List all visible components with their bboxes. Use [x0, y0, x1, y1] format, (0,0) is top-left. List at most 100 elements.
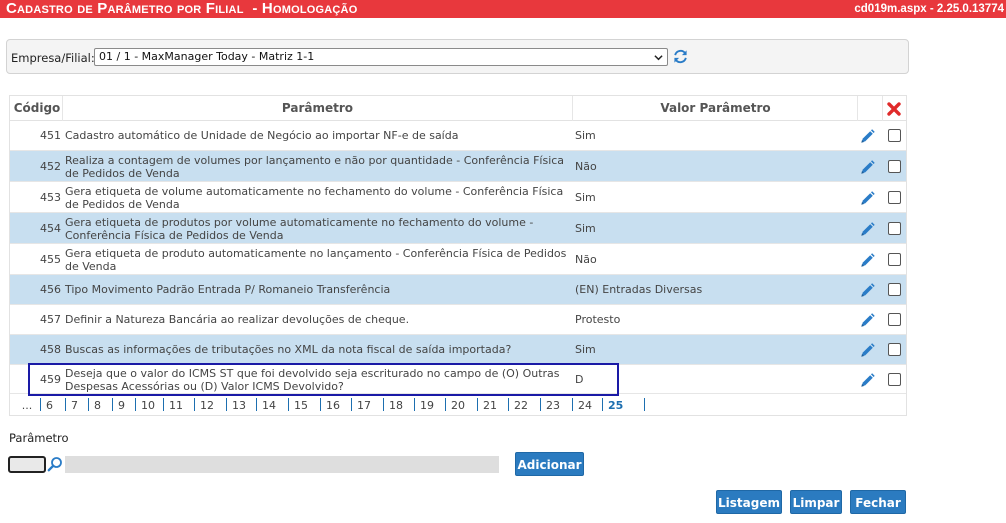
pager-separator	[226, 398, 227, 411]
pager-separator	[477, 398, 478, 411]
parameters-grid: Código Parâmetro Valor Parâmetro 451 Cada…	[9, 95, 907, 416]
pencil-icon[interactable]	[859, 282, 876, 299]
pager-page[interactable]: 6	[46, 399, 53, 412]
pager-page[interactable]: 18	[389, 399, 403, 412]
pencil-icon[interactable]	[859, 312, 876, 329]
row-value: Não	[575, 160, 597, 173]
pager-page[interactable]: 15	[294, 399, 308, 412]
row-checkbox[interactable]	[888, 129, 901, 142]
company-select[interactable]: 01 / 1 - MaxManager Today - Matriz 1-1	[94, 48, 668, 66]
company-filter-panel: Empresa/Filial: 01 / 1 - MaxManager Toda…	[6, 39, 909, 74]
column-header-code[interactable]: Código	[12, 96, 62, 120]
column-header-parameter[interactable]: Parâmetro	[63, 96, 572, 120]
row-code: 451	[40, 129, 61, 142]
row-checkbox[interactable]	[888, 313, 901, 326]
pencil-icon[interactable]	[859, 372, 876, 389]
company-select-value: 01 / 1 - MaxManager Today - Matriz 1-1	[99, 50, 315, 63]
parameter-description-field	[65, 456, 499, 473]
pager-separator	[112, 398, 113, 411]
row-value: Sim	[575, 191, 596, 204]
pager-page[interactable]: 17	[357, 399, 371, 412]
pencil-icon[interactable]	[859, 190, 876, 207]
row-checkbox[interactable]	[888, 222, 901, 235]
row-checkbox[interactable]	[888, 160, 901, 173]
pencil-icon[interactable]	[859, 221, 876, 238]
table-row[interactable]: 454 Gera etiqueta de produtos por volume …	[10, 213, 906, 244]
table-row[interactable]: 455 Gera etiqueta de produto automaticame…	[10, 244, 906, 275]
row-parameter: Realiza a contagem de volumes por lançam…	[65, 154, 565, 180]
row-checkbox[interactable]	[888, 191, 901, 204]
pager-page[interactable]: 16	[326, 399, 340, 412]
row-checkbox[interactable]	[888, 373, 901, 386]
add-button[interactable]: Adicionar	[515, 452, 584, 476]
chevron-down-icon	[654, 55, 663, 61]
parameter-code-input[interactable]	[8, 456, 46, 473]
version-label: cd019m.aspx - 2.25.0.13774	[854, 3, 1004, 15]
pager-page[interactable]: 25	[608, 399, 623, 412]
row-code: 455	[40, 253, 61, 266]
row-code: 459	[40, 373, 61, 386]
pager-page[interactable]: 14	[262, 399, 276, 412]
close-button[interactable]: Fechar	[850, 490, 906, 514]
row-checkbox[interactable]	[888, 283, 901, 296]
row-value: D	[575, 373, 584, 386]
row-value: (EN) Entradas Diversas	[575, 283, 703, 296]
page-title: Cadastro de Parâmetro por Filial - Homol…	[6, 0, 358, 17]
table-row[interactable]: 456 Tipo Movimento Padrão Entrada P/ Roma…	[10, 275, 906, 305]
row-parameter: Tipo Movimento Padrão Entrada P/ Romanei…	[65, 283, 391, 296]
close-icon[interactable]	[886, 101, 902, 117]
pager-page[interactable]: 7	[71, 399, 78, 412]
pager-page[interactable]: 8	[94, 399, 101, 412]
pager-separator	[88, 398, 89, 411]
pager-page[interactable]: 19	[420, 399, 434, 412]
pager-separator	[65, 398, 66, 411]
pencil-icon[interactable]	[859, 252, 876, 269]
table-row[interactable]: 451 Cadastro automático de Unidade de Neg…	[10, 121, 906, 151]
pager-separator	[602, 398, 603, 411]
table-row[interactable]: 452 Realiza a contagem de volumes por lan…	[10, 151, 906, 182]
pager-page[interactable]: 11	[169, 399, 183, 412]
pager-page[interactable]: 22	[514, 399, 528, 412]
company-filter-label: Empresa/Filial:	[11, 51, 95, 65]
table-row[interactable]: 459 Deseja que o valor do ICMS ST que foi…	[10, 365, 906, 394]
pager-page[interactable]: 23	[546, 399, 560, 412]
pager-page[interactable]: 21	[483, 399, 497, 412]
refresh-icon[interactable]	[673, 49, 688, 64]
clear-button[interactable]: Limpar	[790, 490, 842, 514]
row-parameter: Deseja que o valor do ICMS ST que foi de…	[65, 367, 560, 393]
row-value: Protesto	[575, 313, 621, 326]
row-code: 454	[40, 222, 61, 235]
column-header-value[interactable]: Valor Parâmetro	[573, 96, 858, 120]
pager-page[interactable]: 20	[451, 399, 465, 412]
pager-page[interactable]: 10	[141, 399, 155, 412]
row-code: 458	[40, 343, 61, 356]
list-button[interactable]: Listagem	[716, 490, 782, 514]
row-code: 456	[40, 283, 61, 296]
pager-separator	[288, 398, 289, 411]
row-parameter: Buscas as informações de tributações no …	[65, 343, 512, 356]
row-checkbox[interactable]	[888, 253, 901, 266]
pager-separator	[40, 398, 41, 411]
pager-page[interactable]: 13	[232, 399, 246, 412]
row-value: Sim	[575, 222, 596, 235]
pager-page[interactable]: 24	[578, 399, 592, 412]
pencil-icon[interactable]	[859, 342, 876, 359]
pencil-icon[interactable]	[859, 159, 876, 176]
table-row[interactable]: 453 Gera etiqueta de volume automaticamen…	[10, 182, 906, 213]
row-parameter: Gera etiqueta de produtos por volume aut…	[65, 216, 534, 242]
pager-page[interactable]: 12	[200, 399, 214, 412]
table-row[interactable]: 458 Buscas as informações de tributações …	[10, 335, 906, 365]
pager-ellipsis[interactable]: ...	[20, 399, 34, 412]
row-code: 453	[40, 191, 61, 204]
row-checkbox[interactable]	[888, 343, 901, 356]
pager-page[interactable]: 9	[118, 399, 125, 412]
pager-separator	[445, 398, 446, 411]
pager-separator	[540, 398, 541, 411]
search-icon[interactable]	[47, 456, 63, 472]
row-parameter: Gera etiqueta de produto automaticamente…	[65, 247, 567, 273]
row-parameter: Definir a Natureza Bancária ao realizar …	[65, 313, 410, 326]
table-row[interactable]: 457 Definir a Natureza Bancária ao realiz…	[10, 305, 906, 335]
pencil-icon[interactable]	[859, 128, 876, 145]
pager-separator	[163, 398, 164, 411]
row-code: 457	[40, 313, 61, 326]
